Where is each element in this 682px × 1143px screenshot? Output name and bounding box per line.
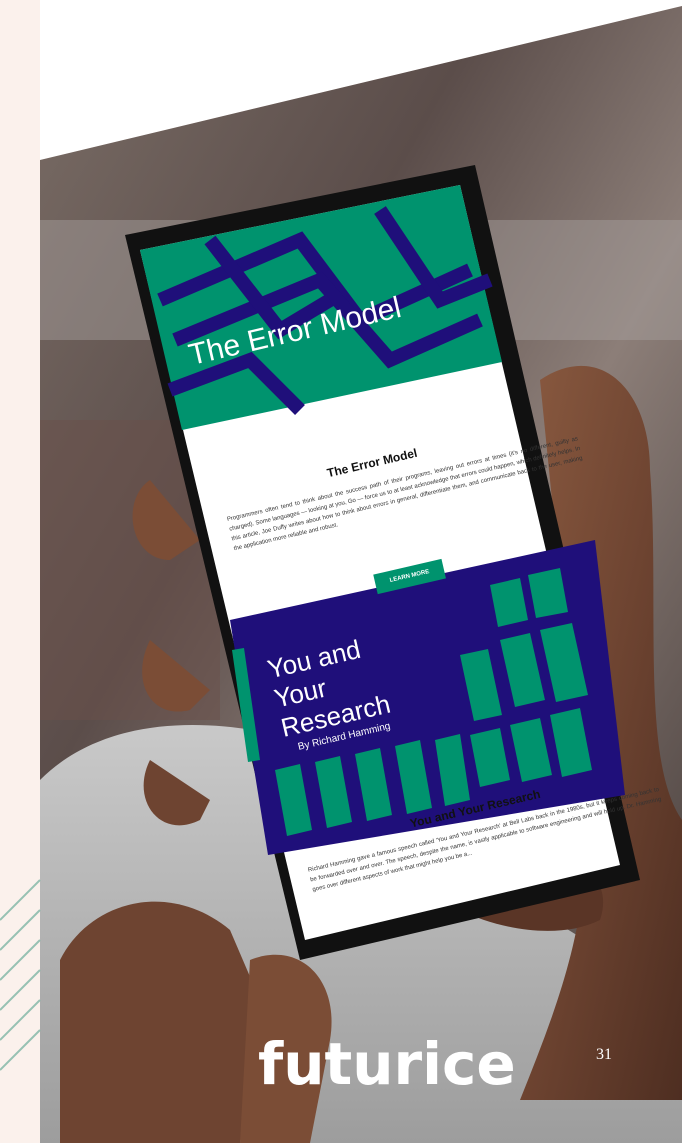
futurice-logo: futurice <box>258 1030 516 1098</box>
learn-more-button[interactable]: LEARN MORE <box>373 558 446 595</box>
article1-title: The Error Model <box>185 291 405 372</box>
page-number: 31 <box>596 1046 612 1063</box>
article1-byline: By Joe Duffy <box>211 438 281 466</box>
